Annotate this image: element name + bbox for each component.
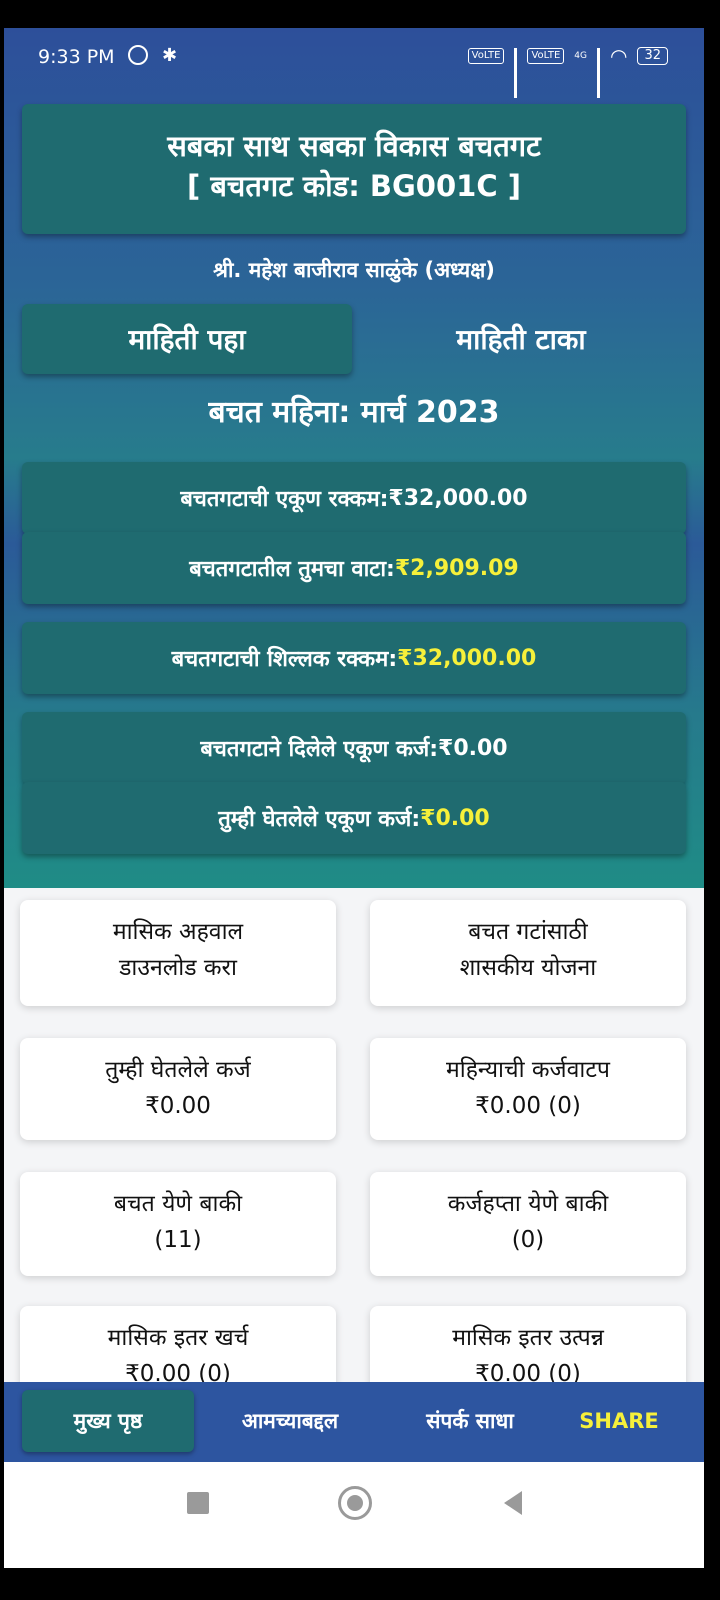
card-installments-pending[interactable]: कर्जहप्ता येणे बाकी (0) xyxy=(370,1172,686,1276)
alarm-icon xyxy=(128,45,148,65)
wifi-icon: ◠ xyxy=(610,44,628,68)
group-info-card: सबका साथ सबका विकास बचतगट [ बचतगट कोड: B… xyxy=(22,104,686,234)
card-line1: कर्जहप्ता येणे बाकी xyxy=(447,1191,609,1217)
savings-month: बचत महिना: मार्च 2023 xyxy=(208,395,500,430)
network-type: 4G xyxy=(574,51,587,61)
app-screen: 9:33 PM ✱ VoLTE VoLTE 4G ◠ 32 सबका साथ स… xyxy=(4,28,704,1568)
card-line1: बचत येणे बाकी xyxy=(113,1191,243,1217)
card-line1: मासिक अहवाल xyxy=(112,919,244,945)
back-icon[interactable] xyxy=(504,1491,522,1515)
card-line1: बचत गटांसाठी xyxy=(468,919,588,945)
stat-value: ₹2,909.09 xyxy=(394,555,519,581)
signal-icon-2 xyxy=(597,48,600,98)
nav-contact[interactable]: संपर्क साधा xyxy=(384,1390,556,1452)
card-line2: (0) xyxy=(511,1227,545,1253)
stat-your-share: बचतगटातील तुमचा वाटा: ₹2,909.09 xyxy=(22,532,686,604)
nav-share[interactable]: SHARE xyxy=(552,1390,686,1452)
stat-label: बचतगटातील तुमचा वाटा: xyxy=(189,557,395,582)
stat-your-loans: तुम्ही घेतलेले एकूण कर्ज: ₹0.00 xyxy=(22,782,686,854)
tab-view-info[interactable]: माहिती पहा xyxy=(22,304,352,374)
card-line2: शासकीय योजना xyxy=(459,955,597,981)
stat-value: ₹0.00 xyxy=(438,735,508,761)
volte-icon: VoLTE xyxy=(467,48,505,64)
stat-label: बचतगटाने दिलेले एकूण कर्ज: xyxy=(200,737,439,762)
status-bar: 9:33 PM ✱ VoLTE VoLTE 4G ◠ 32 xyxy=(4,28,704,98)
stat-total-loans-given: बचतगटाने दिलेले एकूण कर्ज: ₹0.00 xyxy=(22,712,686,784)
card-savings-pending[interactable]: बचत येणे बाकी (11) xyxy=(20,1172,336,1276)
stat-label: तुम्ही घेतलेले एकूण कर्ज: xyxy=(218,807,421,832)
stat-balance-amount: बचतगटाची शिल्लक रक्कम: ₹32,000.00 xyxy=(22,622,686,694)
group-name: सबका साथ सबका विकास बचतगट xyxy=(167,129,541,163)
stat-label: बचतगटाची एकूण रक्कम: xyxy=(180,487,389,512)
volte-icon-2: VoLTE xyxy=(527,48,565,64)
stat-value: ₹32,000.00 xyxy=(388,485,528,511)
card-line2: ₹0.00 xyxy=(145,1093,211,1119)
card-your-loans[interactable]: तुम्ही घेतलेले कर्ज ₹0.00 xyxy=(20,1038,336,1140)
card-line1: तुम्ही घेतलेले कर्ज xyxy=(105,1057,251,1083)
card-line2: ₹0.00 (0) xyxy=(475,1093,581,1119)
nav-home[interactable]: मुख्य पृष्ठ xyxy=(22,1390,194,1452)
recents-icon[interactable] xyxy=(187,1492,209,1514)
stat-total-amount: बचतगटाची एकूण रक्कम: ₹32,000.00 xyxy=(22,462,686,534)
card-line1: मासिक इतर उत्पन्न xyxy=(452,1325,604,1351)
gear-icon: ✱ xyxy=(162,45,178,66)
stat-value: ₹0.00 xyxy=(420,805,490,831)
battery-icon: 32 xyxy=(637,47,668,65)
home-icon[interactable] xyxy=(338,1486,372,1520)
status-time: 9:33 PM xyxy=(38,46,115,68)
group-code: [ बचतगट कोड: BG001C ] xyxy=(187,169,521,203)
card-govt-schemes[interactable]: बचत गटांसाठी शासकीय योजना xyxy=(370,900,686,1006)
stat-value: ₹32,000.00 xyxy=(397,645,537,671)
card-line2: (11) xyxy=(154,1227,202,1253)
tab-enter-info[interactable]: माहिती टाका xyxy=(356,304,686,374)
card-line1: महिन्याची कर्जवाटप xyxy=(445,1057,610,1083)
card-line2: डाउनलोड करा xyxy=(119,955,237,981)
signal-icon xyxy=(514,48,518,98)
nav-about-us[interactable]: आमच्याबद्दल xyxy=(204,1390,376,1452)
card-line1: मासिक इतर खर्च xyxy=(107,1325,249,1351)
card-monthly-loan-disbursal[interactable]: महिन्याची कर्जवाटप ₹0.00 (0) xyxy=(370,1038,686,1140)
system-nav-bar xyxy=(4,1462,704,1568)
card-monthly-report[interactable]: मासिक अहवाल डाउनलोड करा xyxy=(20,900,336,1006)
stat-label: बचतगटाची शिल्लक रक्कम: xyxy=(171,647,398,672)
bottom-nav: मुख्य पृष्ठ आमच्याबद्दल संपर्क साधा SHAR… xyxy=(4,1382,704,1462)
group-leader: श्री. महेश बाजीराव साळुंके (अध्यक्ष) xyxy=(213,258,495,282)
